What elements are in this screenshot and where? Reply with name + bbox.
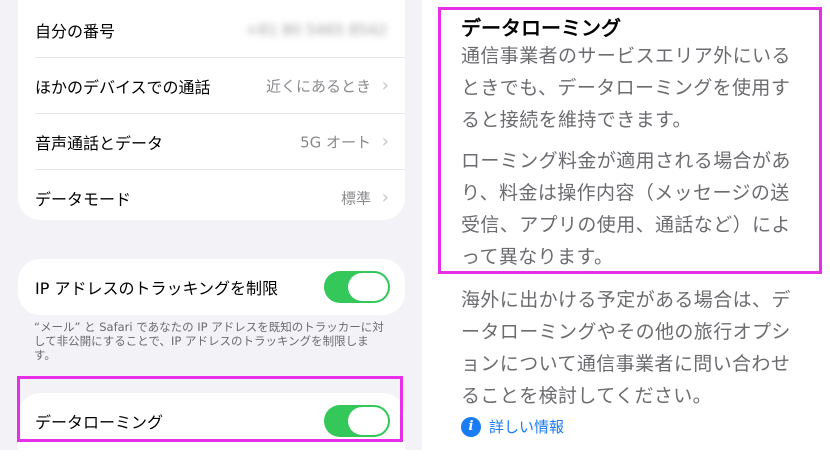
my-number-label: 自分の番号 [35,22,116,41]
data-mode-label: データモード [35,190,132,209]
help-paragraph-1: 通信事業者のサービスエリア外にいるときでも、データローミングを使用すると接続を維… [461,45,791,131]
my-number-row: 自分の番号 +81 80 5465 8542 [18,2,405,58]
voice-and-data-row[interactable]: 音声通話とデータ 5G オート › [18,114,405,170]
learn-more-label: 詳しい情報 [489,418,565,436]
ip-tracking-label: IP アドレスのトラッキングを制限 [35,279,278,298]
chevron-right-icon: › [381,75,389,97]
voice-and-data-value: 5G オート [300,133,371,152]
ip-tracking-row: IP アドレスのトラッキングを制限 [18,259,405,315]
cellular-settings-group: 自分の番号 +81 80 5465 8542 ほかのデバイスでの通話 近くにある… [18,0,405,220]
highlight-box-data-roaming [17,376,403,442]
chevron-right-icon: › [381,187,389,209]
ip-tracking-footnote: “メール” と Safari であなたの IP アドレスを既知のトラッカーに対し… [34,320,384,362]
calls-on-other-devices-label: ほかのデバイスでの通話 [35,78,211,97]
data-mode-row[interactable]: データモード 標準 › [18,170,405,226]
calls-on-other-devices-value: 近くにあるとき [265,77,371,96]
help-paragraph-3: 海外に出かける予定がある場合は、データローミングやその他の旅行オプションについて… [461,289,791,407]
ip-tracking-group: IP アドレスのトラッキングを制限 [18,259,405,315]
info-icon: i [461,416,481,437]
toggle-knob [348,273,388,301]
calls-on-other-devices-row[interactable]: ほかのデバイスでの通話 近くにあるとき › [18,58,405,114]
chevron-right-icon: › [381,131,389,153]
help-title: データローミング [461,16,621,40]
ip-tracking-toggle[interactable] [324,271,390,303]
learn-more-link[interactable]: i 詳しい情報 [461,416,564,437]
help-paragraph-2: ローミング料金が適用される場合があり、料金は操作内容（メッセージの送受信、アプリ… [461,150,791,268]
my-number-value: +81 80 5465 8542 [245,21,387,39]
data-mode-value: 標準 [340,189,371,208]
voice-and-data-label: 音声通話とデータ [35,134,164,153]
